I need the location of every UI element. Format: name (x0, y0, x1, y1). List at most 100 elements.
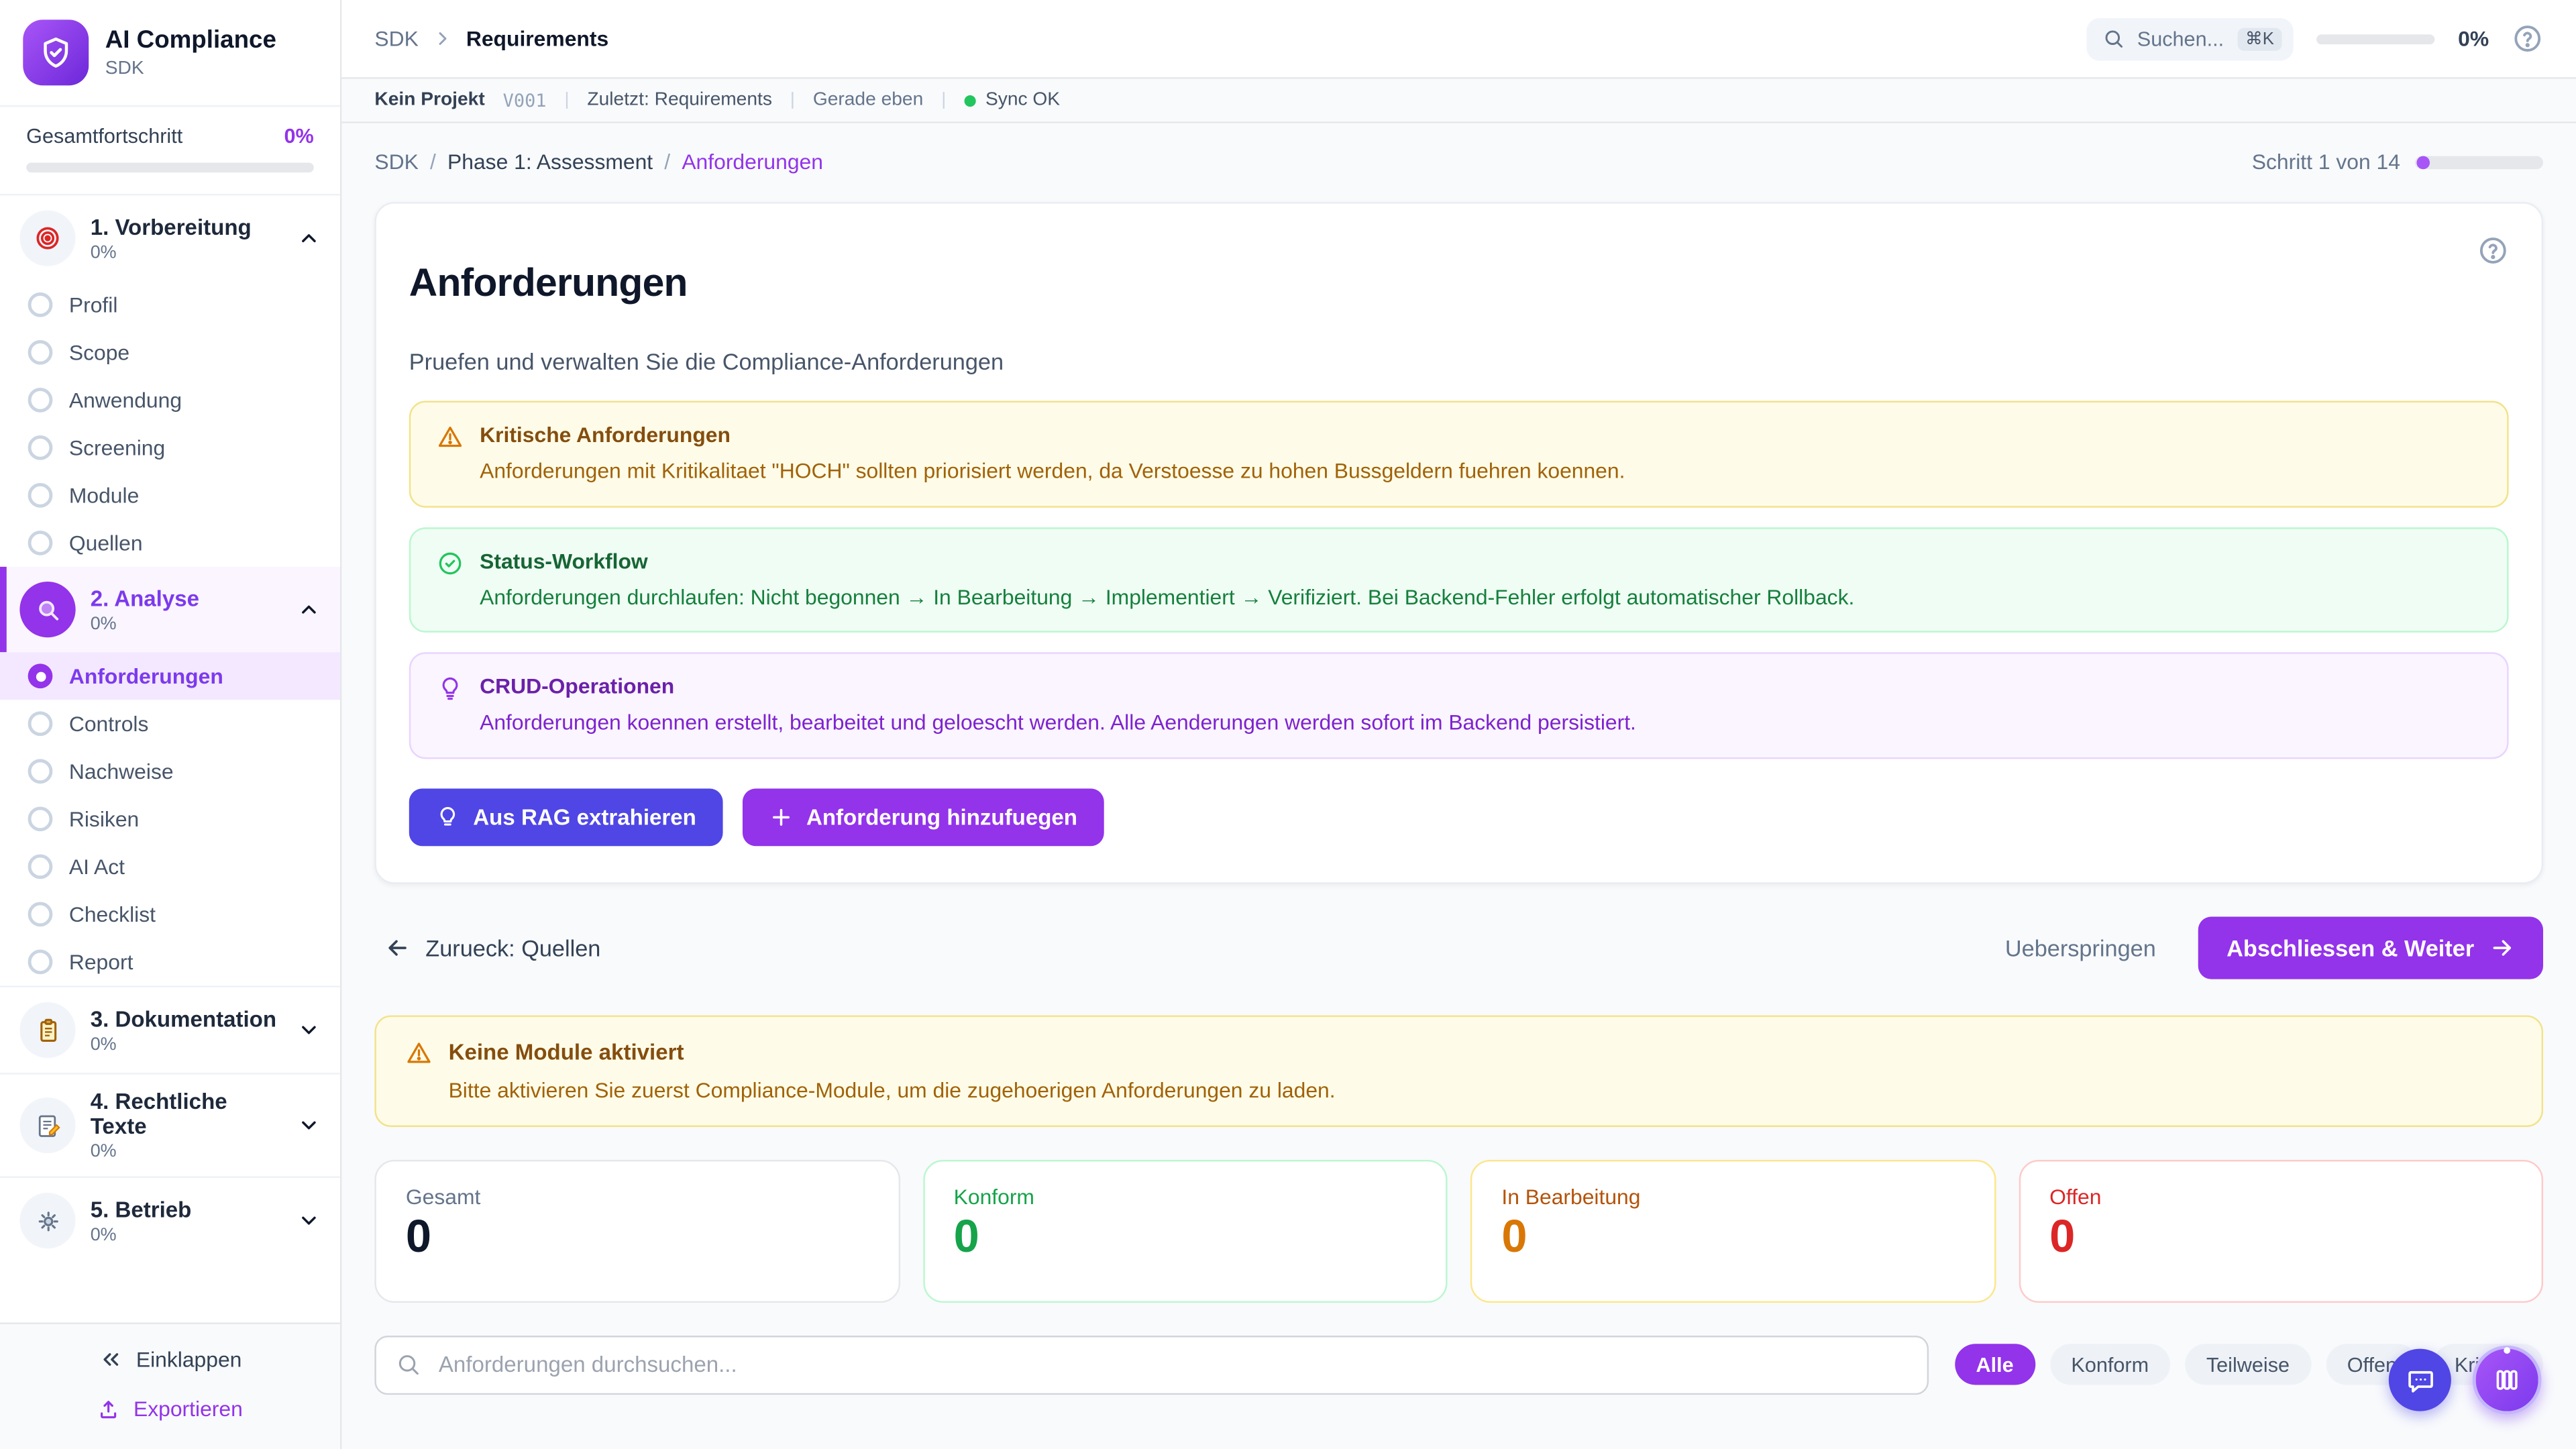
add-requirement-button[interactable]: Anforderung hinzufuegen (742, 788, 1104, 846)
help-icon[interactable] (2512, 23, 2543, 54)
requirements-search (374, 1336, 1928, 1395)
filter-row: Alle Konform Teilweise Offen Kritisch (374, 1336, 2543, 1395)
arrow-right-icon (2489, 934, 2515, 961)
chevron-up-icon (297, 598, 320, 621)
requirements-search-input[interactable] (435, 1351, 1907, 1379)
sidebar-item-anwendung[interactable]: Anwendung (0, 376, 340, 424)
status-bar: Kein Projekt V001 | Zuletzt: Requirement… (341, 79, 2576, 123)
step-progress-dot (2416, 155, 2430, 168)
filter-chip-teilweise[interactable]: Teilweise (2185, 1344, 2311, 1385)
sidebar-item-screening[interactable]: Screening (0, 424, 340, 472)
sidebar-item-scope[interactable]: Scope (0, 329, 340, 376)
sidebar-item-checklist[interactable]: Checklist (0, 890, 340, 938)
stat-label: Offen (2049, 1184, 2512, 1209)
stat-value: 0 (954, 1214, 1416, 1260)
step-radio (28, 854, 53, 879)
sidebar-item-quellen[interactable]: Quellen (0, 519, 340, 567)
sidebar-section-rechtliche-texte[interactable]: 4. Rechtliche Texte 0% (0, 1073, 340, 1176)
sidebar-section-analyse[interactable]: 2. Analyse 0% (0, 567, 340, 652)
requirements-card: Anforderungen Pruefen und verwalten Sie … (374, 202, 2543, 883)
chevron-down-icon (297, 1114, 320, 1136)
stat-value: 0 (1501, 1214, 1964, 1260)
sidebar-item-risiken[interactable]: Risiken (0, 795, 340, 843)
sidebar-item-label: Controls (69, 711, 149, 736)
step-radio (28, 759, 53, 784)
content: SDK / Phase 1: Assessment / Anforderunge… (341, 123, 2576, 1449)
step-progress-bar (2415, 155, 2543, 168)
export-button[interactable]: Exportieren (87, 1395, 252, 1423)
filter-chip-konform[interactable]: Konform (2050, 1344, 2170, 1385)
step-radio-checked (28, 663, 53, 688)
sidebar-nav: 1. Vorbereitung 0% Profil Scope Anwendun… (0, 195, 340, 1322)
sidebar-item-report[interactable]: Report (0, 938, 340, 985)
sidebar-item-ai-act[interactable]: AI Act (0, 843, 340, 890)
chevrons-left-icon (99, 1347, 123, 1372)
stat-label: Konform (954, 1184, 1416, 1209)
warning-text: Bitte aktivieren Sie zuerst Compliance-M… (449, 1077, 2512, 1102)
global-search[interactable]: Suchen... ⌘K (2086, 17, 2294, 60)
wizard-header: SDK / Phase 1: Assessment / Anforderunge… (374, 150, 2543, 174)
header-progress-value: 0% (2458, 26, 2489, 51)
sidebar-section-betrieb[interactable]: 5. Betrieb 0% (0, 1176, 340, 1263)
wizard-crumb-root[interactable]: SDK (374, 150, 418, 174)
step-radio (28, 950, 53, 975)
header-progress-bar (2317, 34, 2435, 44)
chat-fab-button[interactable] (2389, 1349, 2451, 1411)
sidebar-item-label: Risiken (69, 806, 139, 831)
sidebar-item-anforderungen[interactable]: Anforderungen (0, 652, 340, 700)
lightbulb-icon (435, 805, 460, 830)
sidebar-item-label: AI Act (69, 854, 125, 879)
step-radio (28, 292, 53, 317)
stat-label: Gesamt (406, 1184, 868, 1209)
sidebar-item-label: Anforderungen (69, 663, 223, 688)
divider: / (664, 150, 670, 174)
shield-check-icon (38, 34, 74, 70)
filter-chips: Alle Konform Teilweise Offen Kritisch (1955, 1344, 2543, 1385)
stat-value: 0 (406, 1214, 868, 1260)
top-bar: SDK Requirements Suchen... ⌘K 0% (341, 0, 2576, 79)
alert-crud-operations: CRUD-Operationen Anforderungen koennen e… (409, 653, 2509, 759)
app-screen: AI Compliance SDK Gesamtfortschritt 0% (0, 0, 2576, 1449)
sidebar-section-vorbereitung[interactable]: 1. Vorbereitung 0% (0, 195, 340, 280)
search-shortcut-badge: ⌘K (2237, 27, 2282, 50)
section-progress: 0% (91, 1225, 283, 1244)
check-circle-icon (437, 550, 463, 612)
columns-icon (2492, 1365, 2522, 1395)
stats-row: Gesamt 0 Konform 0 In Bearbeitung 0 Offe… (374, 1159, 2543, 1302)
step-radio (28, 711, 53, 736)
breadcrumb-root[interactable]: SDK (374, 26, 418, 51)
step-indicator: Schritt 1 von 14 (2252, 150, 2543, 174)
skip-button[interactable]: Ueberspringen (1995, 933, 2165, 963)
card-actions: Aus RAG extrahieren Anforderung hinzufue… (409, 788, 2509, 846)
overall-progress-bar (26, 162, 314, 172)
last-updated: Gerade eben (813, 91, 923, 110)
warning-triangle-icon (406, 1040, 432, 1066)
wizard-crumb-phase[interactable]: Phase 1: Assessment (447, 150, 653, 174)
card-help-icon[interactable] (2477, 235, 2509, 266)
section-progress: 0% (91, 1034, 283, 1054)
filter-chip-alle[interactable]: Alle (1955, 1344, 2035, 1385)
plus-icon (769, 805, 794, 830)
sidebar-section-dokumentation[interactable]: 3. Dokumentation 0% (0, 985, 340, 1073)
step-radio (28, 388, 53, 413)
sidebar-item-nachweise[interactable]: Nachweise (0, 747, 340, 795)
collapse-sidebar-button[interactable]: Einklappen (89, 1346, 252, 1374)
section-progress: 0% (91, 614, 283, 633)
sidebar-item-module[interactable]: Module (0, 472, 340, 519)
back-button[interactable]: Zurueck: Quellen (374, 933, 610, 963)
search-icon (396, 1352, 421, 1377)
chevron-down-icon (297, 1018, 320, 1041)
back-label: Zurueck: Quellen (425, 934, 600, 961)
columns-fab-button[interactable] (2473, 1346, 2542, 1415)
chevron-up-icon (297, 227, 320, 250)
search-placeholder: Suchen... (2137, 27, 2224, 50)
page-title: Anforderungen (409, 262, 688, 308)
sidebar-item-profil[interactable]: Profil (0, 281, 340, 329)
sidebar-item-controls[interactable]: Controls (0, 700, 340, 747)
finish-next-button[interactable]: Abschliessen & Weiter (2199, 916, 2544, 979)
extract-from-rag-button[interactable]: Aus RAG extrahieren (409, 788, 722, 846)
chat-bubble-icon (2404, 1364, 2436, 1396)
sidebar: AI Compliance SDK Gesamtfortschritt 0% (0, 0, 341, 1449)
divider: | (564, 91, 569, 110)
warning-title: Keine Module aktiviert (449, 1040, 684, 1065)
